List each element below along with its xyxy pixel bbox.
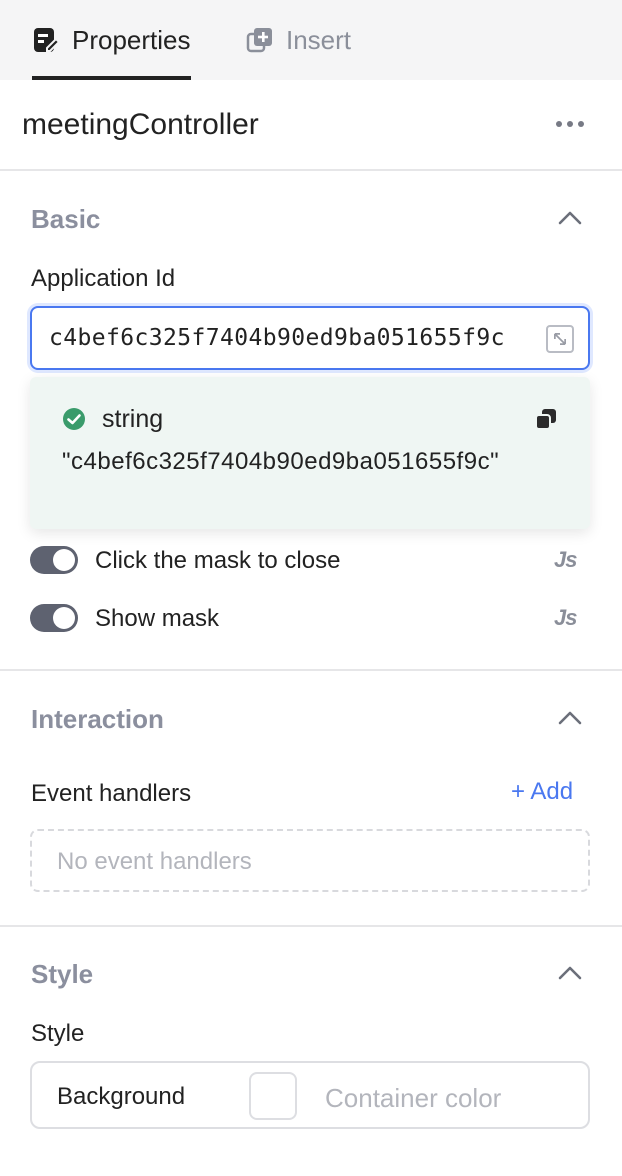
container-color-input[interactable]: Container color: [325, 1083, 501, 1114]
js-toggle-icon[interactable]: Js: [554, 605, 578, 631]
style-label: Style: [31, 1020, 85, 1047]
component-name[interactable]: meetingController: [22, 108, 259, 142]
section-title-basic[interactable]: Basic: [31, 204, 100, 235]
event-handlers-empty: No event handlers: [30, 829, 590, 892]
background-label: Background: [57, 1083, 186, 1110]
toggle-click-mask-close[interactable]: [30, 546, 78, 574]
toggle-label-click-mask-close: Click the mask to close: [95, 547, 341, 574]
divider: [0, 925, 622, 927]
application-id-input[interactable]: c4bef6c325f7404b90ed9ba051655f9c: [30, 306, 590, 370]
background-style-row: Background Container color: [30, 1061, 590, 1129]
event-handlers-label: Event handlers: [31, 780, 192, 807]
toggle-label-show-mask: Show mask: [95, 605, 220, 632]
value-type-popover: string "c4bef6c325f7404b90ed9ba051655f9c…: [30, 377, 590, 529]
color-swatch[interactable]: [249, 1072, 297, 1120]
empty-text: No event handlers: [57, 848, 252, 875]
application-id-value: c4bef6c325f7404b90ed9ba051655f9c: [49, 325, 505, 351]
tab-properties[interactable]: Properties: [32, 0, 191, 80]
divider: [0, 669, 622, 671]
add-event-handler-button[interactable]: + Add: [511, 778, 573, 806]
evaluated-value: "c4bef6c325f7404b90ed9ba051655f9c": [62, 448, 500, 475]
chevron-up-icon[interactable]: [556, 708, 584, 728]
tab-properties-label: Properties: [72, 24, 191, 55]
check-circle-icon: [63, 408, 85, 430]
component-header: meetingController: [0, 80, 622, 171]
application-id-label: Application Id: [31, 265, 176, 292]
tab-insert[interactable]: Insert: [246, 0, 351, 80]
section-title-interaction[interactable]: Interaction: [31, 704, 164, 735]
copy-icon[interactable]: [534, 407, 558, 431]
panel-tabs: Properties Insert: [0, 0, 622, 80]
toggle-show-mask[interactable]: [30, 604, 78, 632]
properties-icon: [34, 28, 60, 52]
chevron-up-icon[interactable]: [556, 208, 584, 228]
chevron-up-icon[interactable]: [556, 963, 584, 983]
expand-icon[interactable]: [546, 325, 574, 353]
js-toggle-icon[interactable]: Js: [554, 547, 578, 573]
insert-icon: [246, 28, 272, 53]
tab-insert-label: Insert: [286, 24, 352, 55]
value-type: string: [102, 405, 164, 433]
section-title-style[interactable]: Style: [31, 959, 93, 990]
more-icon[interactable]: [552, 110, 588, 138]
